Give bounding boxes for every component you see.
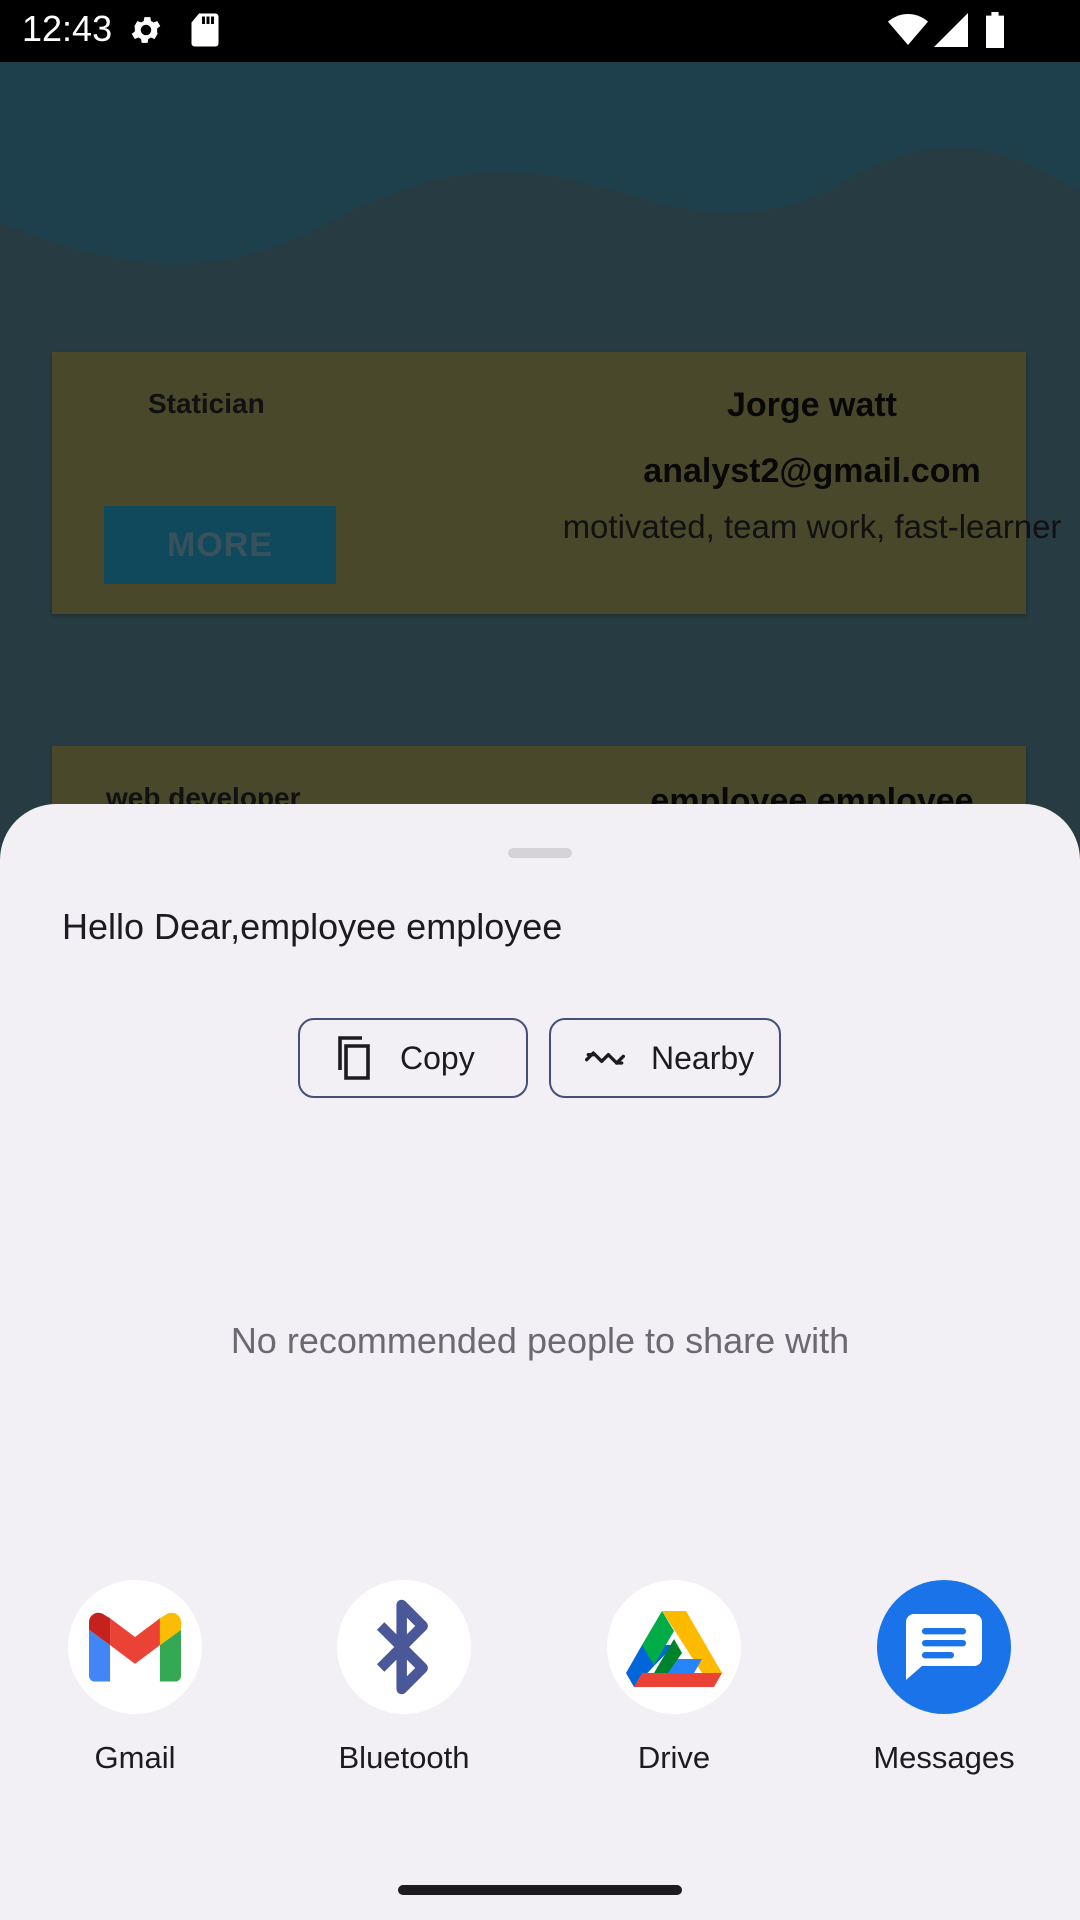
no-recommendations-text: No recommended people to share with — [230, 1320, 850, 1361]
gmail-label: Gmail — [94, 1740, 176, 1775]
messages-icon — [877, 1580, 1011, 1714]
copy-icon — [334, 1036, 374, 1080]
share-target-gmail[interactable]: Gmail — [35, 1580, 235, 1776]
share-sheet: Hello Dear,employee employee Copy Nearby… — [0, 804, 1080, 1920]
bluetooth-label: Bluetooth — [338, 1740, 470, 1775]
copy-button[interactable]: Copy — [298, 1018, 528, 1098]
nearby-share-icon — [585, 1038, 625, 1078]
drive-icon — [607, 1580, 741, 1714]
gmail-icon — [68, 1580, 202, 1714]
bluetooth-icon — [337, 1580, 471, 1714]
messages-label: Messages — [873, 1740, 1015, 1775]
drag-handle[interactable] — [508, 848, 572, 858]
copy-label: Copy — [400, 1039, 475, 1076]
wifi-icon — [888, 12, 928, 53]
share-preview-text: Hello Dear,employee employee — [62, 906, 563, 947]
nearby-share-button[interactable]: Nearby — [549, 1018, 781, 1098]
nearby-label: Nearby — [651, 1039, 755, 1076]
sd-card-icon — [190, 12, 220, 53]
gesture-home-bar[interactable] — [398, 1885, 682, 1895]
battery-icon — [984, 12, 1006, 53]
status-bar: 12:43 — [0, 0, 1080, 62]
gear-icon — [128, 12, 164, 53]
share-target-drive[interactable]: Drive — [574, 1580, 774, 1776]
drive-label: Drive — [637, 1740, 711, 1775]
share-target-messages[interactable]: Messages — [844, 1580, 1044, 1776]
signal-icon — [934, 12, 968, 53]
share-target-bluetooth[interactable]: Bluetooth — [304, 1580, 504, 1776]
status-time: 12:43 — [22, 8, 113, 49]
